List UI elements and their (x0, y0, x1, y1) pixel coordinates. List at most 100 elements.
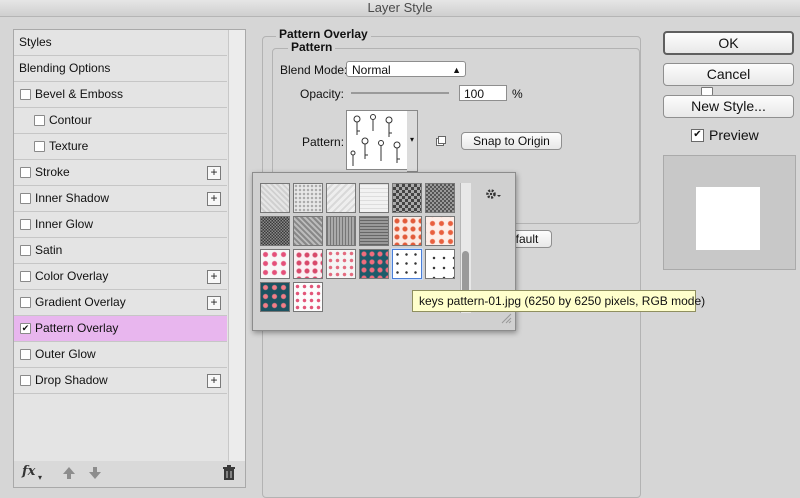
new-style-button[interactable]: New Style... (663, 95, 794, 118)
sidebar-item-inner-glow[interactable]: Inner Glow (14, 212, 227, 238)
pattern-dropdown-arrow-icon[interactable]: ▾ (407, 110, 418, 172)
preview-swatch (696, 187, 760, 250)
updown-arrows-icon: ▲ (452, 65, 461, 75)
pattern-swatch-floral-mixed[interactable] (293, 249, 323, 279)
checkbox[interactable] (20, 193, 31, 204)
sidebar-item-label: Drop Shadow (35, 373, 108, 387)
sidebar-item-texture[interactable]: Texture (14, 134, 227, 160)
sidebar-item-label: Outer Glow (35, 347, 96, 361)
pattern-swatch-floral-scatter[interactable] (326, 249, 356, 279)
pattern-swatch-light-grid[interactable] (359, 183, 389, 213)
group-title: Pattern (288, 40, 336, 54)
checkbox[interactable] (34, 141, 45, 152)
opacity-slider[interactable] (351, 92, 449, 94)
styles-list-footer: fx ▾ (13, 461, 246, 488)
checkbox[interactable] (20, 245, 31, 256)
checkbox[interactable] (20, 89, 31, 100)
pattern-swatch-teal-floral[interactable] (359, 249, 389, 279)
move-up-icon[interactable] (62, 466, 76, 480)
opacity-input[interactable]: 100 (459, 85, 507, 101)
opacity-label: Opacity: (300, 87, 345, 101)
move-down-icon[interactable] (88, 466, 102, 480)
pattern-swatch-floral-pink[interactable] (260, 249, 290, 279)
sidebar-item-label: Pattern Overlay (35, 321, 119, 335)
pattern-swatch-light-gray-noise[interactable] (260, 183, 290, 213)
fx-menu-chevron-icon[interactable]: ▾ (38, 473, 42, 482)
pattern-swatch-mid-gray-noise[interactable] (326, 216, 356, 246)
sidebar-item-label: Styles (19, 35, 52, 49)
checkbox[interactable] (20, 167, 31, 178)
pattern-swatch-pink-scatter[interactable] (293, 282, 323, 312)
styles-list: Styles Blending Options Bevel & Emboss Cont… (13, 29, 246, 463)
cancel-button[interactable]: Cancel (663, 63, 794, 86)
sidebar-item-styles[interactable]: Styles (14, 30, 227, 56)
checkbox[interactable]: ✔ (20, 323, 31, 334)
pattern-swatch-keys-pattern[interactable] (392, 249, 422, 279)
preview-checkbox[interactable]: ✔ (691, 129, 704, 142)
pattern-swatch-coral-florals-2[interactable] (425, 216, 455, 246)
sidebar-item-bevel-emboss[interactable]: Bevel & Emboss (14, 82, 227, 108)
resize-grip-icon[interactable] (500, 312, 512, 324)
checkbox[interactable] (20, 271, 31, 282)
opacity-unit: % (512, 87, 523, 101)
pattern-label: Pattern: (302, 135, 345, 149)
sidebar-item-inner-shadow[interactable]: Inner Shadow + (14, 186, 227, 212)
sidebar-item-satin[interactable]: Satin (14, 238, 227, 264)
add-effect-plus-icon[interactable]: + (207, 166, 221, 180)
gear-icon[interactable] (485, 187, 503, 201)
sidebar-item-contour[interactable]: Contour (14, 108, 227, 134)
window-title: Layer Style (0, 0, 800, 17)
pattern-swatch-gray-weave[interactable] (293, 216, 323, 246)
sidebar-item-label: Stroke (35, 165, 70, 179)
sidebar-item-label: Inner Shadow (35, 191, 110, 205)
pattern-tooltip: keys pattern-01.jpg (6250 by 6250 pixels… (412, 290, 705, 312)
add-effect-plus-icon[interactable]: + (207, 374, 221, 388)
blend-mode-value: Normal (352, 63, 391, 77)
sidebar-item-blending-options[interactable]: Blending Options (14, 56, 227, 82)
checkbox[interactable] (20, 349, 31, 360)
sidebar-item-label: Contour (49, 113, 92, 127)
pattern-swatch-dark-noise[interactable] (260, 216, 290, 246)
sidebar-item-label: Gradient Overlay (35, 295, 126, 309)
section-title: Pattern Overlay (276, 27, 371, 41)
snap-to-origin-button[interactable]: Snap to Origin (461, 132, 562, 150)
checkbox[interactable] (34, 115, 45, 126)
fx-icon[interactable]: fx (22, 464, 35, 479)
pattern-swatch-teal-floral-2[interactable] (260, 282, 290, 312)
pattern-preview[interactable] (346, 110, 408, 170)
checkbox[interactable] (20, 297, 31, 308)
list-scrollbar[interactable] (228, 30, 245, 462)
sidebar-item-label: Inner Glow (35, 217, 94, 231)
ok-button[interactable]: OK (663, 31, 794, 55)
sidebar-item-label: Blending Options (19, 61, 111, 75)
pattern-swatch-dark-check-2[interactable] (425, 183, 455, 213)
sidebar-item-label: Bevel & Emboss (35, 87, 124, 101)
blend-mode-select[interactable]: Normal ▲ (346, 61, 466, 77)
sidebar-item-drop-shadow[interactable]: Drop Shadow + (14, 368, 227, 394)
blend-mode-label: Blend Mode: (280, 63, 348, 77)
style-preview (663, 155, 796, 270)
new-preset-icon[interactable] (436, 136, 446, 146)
add-effect-plus-icon[interactable]: + (207, 270, 221, 284)
pattern-swatch-dark-gray-noise[interactable] (359, 216, 389, 246)
add-effect-plus-icon[interactable]: + (207, 192, 221, 206)
trash-icon[interactable] (222, 465, 236, 481)
checkbox[interactable] (20, 375, 31, 386)
pattern-swatch-gray-dots[interactable] (293, 183, 323, 213)
sidebar-item-stroke[interactable]: Stroke + (14, 160, 227, 186)
add-effect-plus-icon[interactable]: + (207, 296, 221, 310)
pattern-swatch-keys-pattern-2[interactable] (425, 249, 455, 279)
pattern-swatch-light-texture[interactable] (326, 183, 356, 213)
checkbox[interactable] (20, 219, 31, 230)
pattern-swatch-dark-check[interactable] (392, 183, 422, 213)
sidebar-item-label: Color Overlay (35, 269, 109, 283)
keys-pattern-thumbnail (350, 114, 401, 166)
sidebar-item-label: Texture (49, 139, 89, 153)
sidebar-item-pattern-overlay[interactable]: ✔ Pattern Overlay (14, 316, 227, 342)
preview-label: Preview (709, 127, 759, 143)
sidebar-item-outer-glow[interactable]: Outer Glow (14, 342, 227, 368)
pattern-swatch-coral-florals[interactable] (392, 216, 422, 246)
sidebar-item-gradient-overlay[interactable]: Gradient Overlay + (14, 290, 227, 316)
sidebar-item-label: Satin (35, 243, 63, 257)
sidebar-item-color-overlay[interactable]: Color Overlay + (14, 264, 227, 290)
